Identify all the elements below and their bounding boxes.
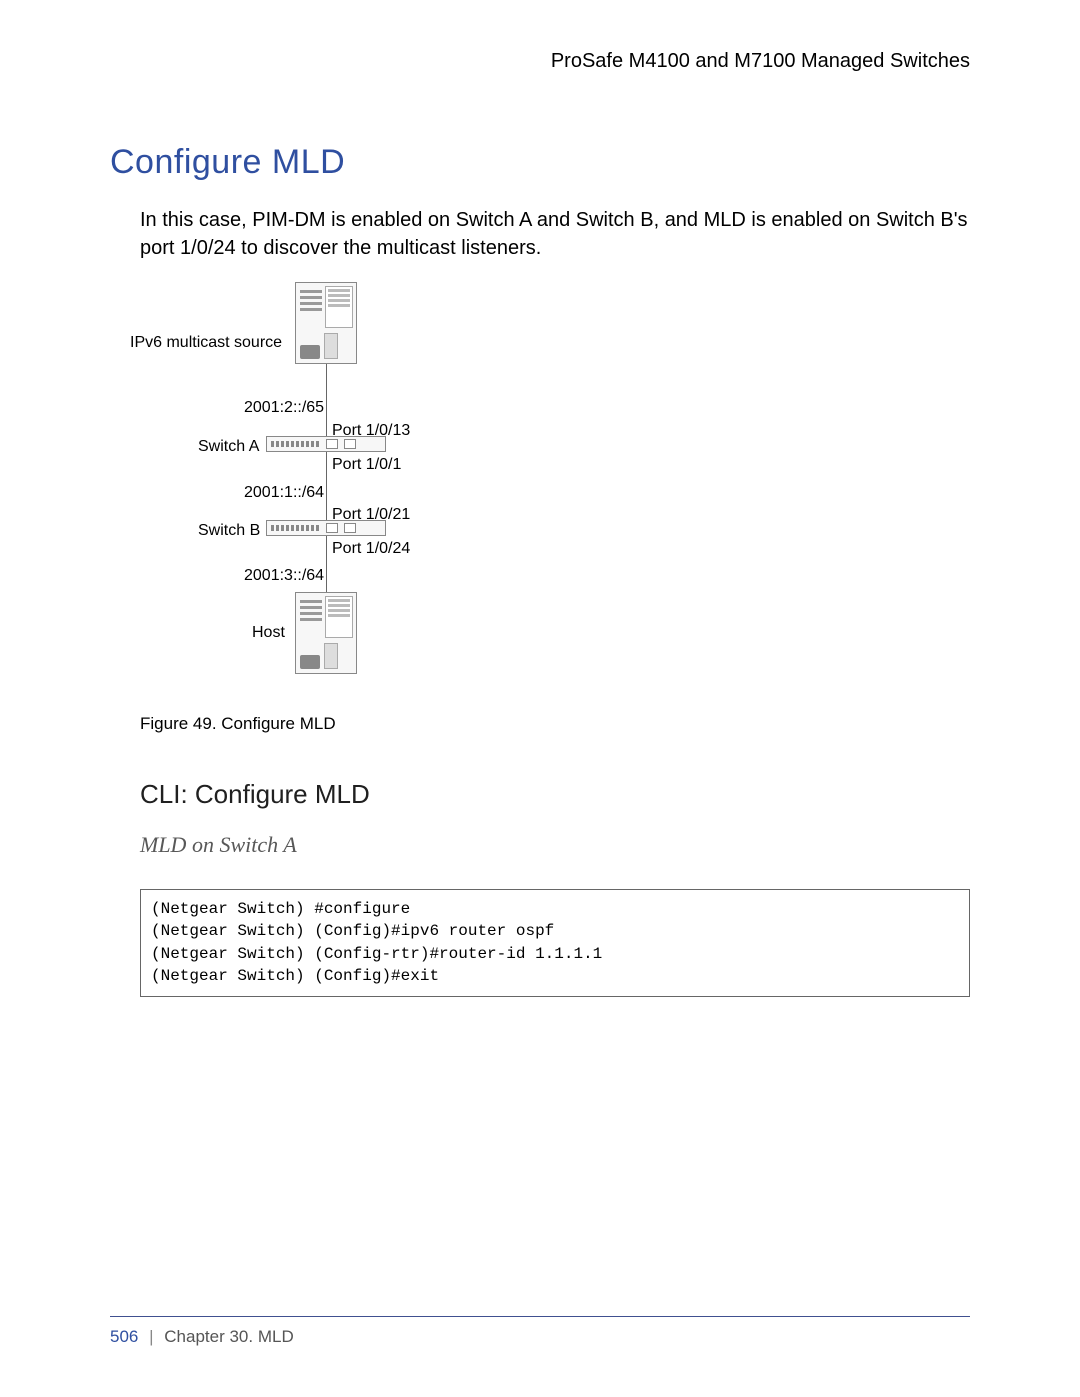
intro-paragraph: In this case, PIM-DM is enabled on Switc… <box>140 206 970 262</box>
page-footer: 506 | Chapter 30. MLD <box>110 1316 970 1347</box>
diagram-port-a-down: Port 1/0/1 <box>332 454 401 476</box>
server-icon <box>295 592 357 674</box>
diagram-label-host: Host <box>252 622 285 644</box>
chapter-label: Chapter 30. MLD <box>164 1327 293 1346</box>
server-icon <box>295 282 357 364</box>
code-line: (Netgear Switch) (Config)#exit <box>151 967 439 985</box>
diagram-label-source: IPv6 multicast source <box>130 332 282 354</box>
page: ProSafe M4100 and M7100 Managed Switches… <box>0 0 1080 1397</box>
network-diagram: IPv6 multicast source 2001:2::/65 Port 1… <box>140 282 970 682</box>
link-line <box>326 364 327 436</box>
code-line: (Netgear Switch) (Config)#ipv6 router os… <box>151 922 554 940</box>
switch-icon <box>266 436 386 452</box>
diagram-net1: 2001:2::/65 <box>244 397 324 419</box>
figure-caption: Figure 49. Configure MLD <box>140 712 970 736</box>
cli-subheading: MLD on Switch A <box>140 830 970 861</box>
diagram-label-switchA: Switch A <box>198 436 259 458</box>
switch-icon <box>266 520 386 536</box>
link-line <box>326 536 327 592</box>
page-number: 506 <box>110 1327 138 1346</box>
diagram-net3: 2001:3::/64 <box>244 565 324 587</box>
running-header: ProSafe M4100 and M7100 Managed Switches <box>110 50 970 73</box>
diagram-label-switchB: Switch B <box>198 520 260 542</box>
code-line: (Netgear Switch) (Config-rtr)#router-id … <box>151 945 602 963</box>
diagram-port-b-down: Port 1/0/24 <box>332 538 410 560</box>
cli-heading: CLI: Configure MLD <box>140 776 970 812</box>
footer-separator: | <box>149 1327 153 1346</box>
section-title: Configure MLD <box>110 143 970 182</box>
code-line: (Netgear Switch) #configure <box>151 900 410 918</box>
link-line <box>326 452 327 520</box>
code-block: (Netgear Switch) #configure (Netgear Swi… <box>140 889 970 997</box>
diagram-net2: 2001:1::/64 <box>244 482 324 504</box>
